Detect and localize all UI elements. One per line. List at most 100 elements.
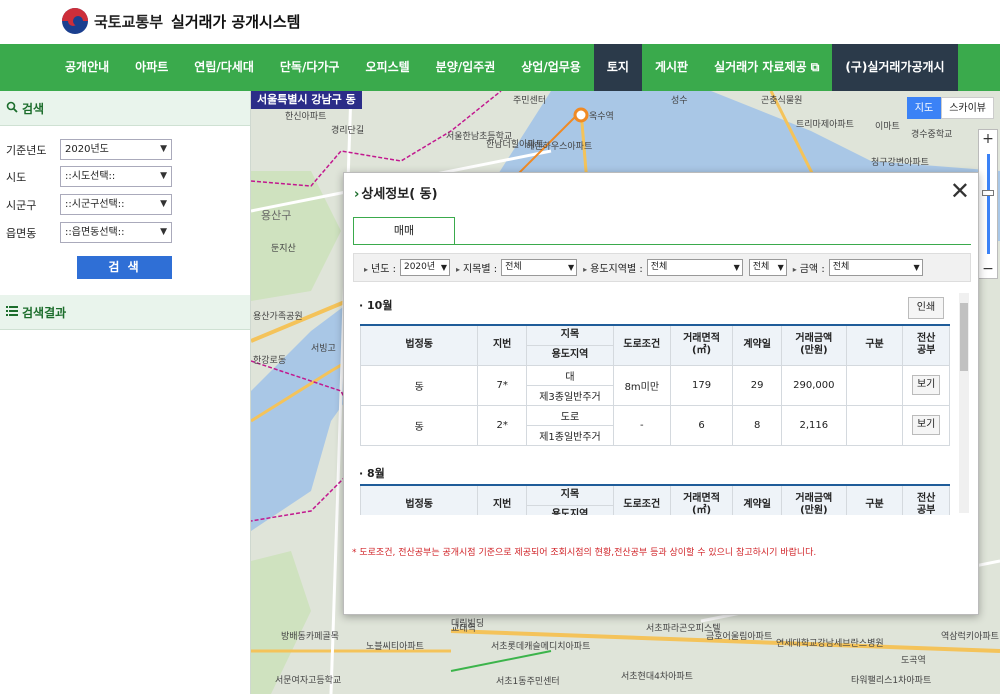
- col-dong: 법정동: [359, 324, 479, 366]
- main-nav: 공개안내 아파트 연립/다세대 단독/다가구 오피스텔 분양/입주권 상업/업무…: [0, 44, 1000, 91]
- search-header: 검색: [0, 91, 250, 126]
- transaction-list[interactable]: · 10월 인쇄 법정동 지번 지목 도로조건 거래면적 (㎡) 계약일 거래금…: [353, 291, 971, 515]
- system-name: 실거래가 공개시스템: [171, 12, 301, 31]
- print-button[interactable]: 인쇄: [908, 297, 944, 319]
- detail-modal: › 상세정보( 동) ✕ 매매 ▸ 년도 : 2020년 ▼ ▸ 지목별 : 전체 ▼ ▸…: [343, 172, 979, 615]
- map-type-map-button[interactable]: 지도: [906, 97, 942, 119]
- list-scrollbar[interactable]: [959, 293, 969, 513]
- map-label: 경수중학교: [911, 130, 953, 140]
- chevron-down-icon: ▼: [777, 263, 784, 272]
- map-label: 한강로동: [253, 356, 287, 366]
- nav-item-legacy[interactable]: (구)실거래가공개시: [832, 44, 958, 91]
- jimok-filter-label: ▸ 지목별 :: [455, 264, 498, 275]
- tab-divider: [353, 244, 971, 245]
- col-price: 거래금액 (만원): [780, 484, 847, 515]
- taegeuk-emblem-icon: [62, 8, 88, 34]
- chevron-down-icon: ▼: [160, 171, 167, 181]
- sido-row: 시도 ::시도선택:: ▼: [6, 166, 172, 187]
- map-label: 서빙고: [311, 344, 336, 354]
- nav-item-officetel[interactable]: 오피스텔: [352, 44, 422, 91]
- zoom-in-icon[interactable]: +: [979, 130, 997, 148]
- disclaimer-note: * 도로조건, 전산공부는 공개시점 기준으로 제공되어 조회시점의 현황,전산…: [352, 548, 817, 558]
- jimok-filter-select[interactable]: 전체 ▼: [501, 259, 578, 276]
- map-label: 역삼럭키아파트: [941, 632, 999, 642]
- map-label: 헤렌하우스아파트: [526, 142, 593, 152]
- view-button[interactable]: 보기: [912, 415, 941, 435]
- chevron-down-icon: ▼: [733, 263, 740, 272]
- map-type-skyview-button[interactable]: 스카이뷰: [941, 97, 994, 119]
- chevron-down-icon: ▼: [913, 263, 920, 272]
- map-location: 서울특별시 강남구 동: [251, 91, 362, 109]
- col-area: 거래면적 (㎡): [669, 484, 734, 515]
- map-label: 둔지산: [271, 244, 296, 254]
- map-label: 방배동카페골목: [281, 632, 339, 642]
- nav-item-data-provision[interactable]: 실거래가 자료제공 ⧉: [701, 44, 832, 91]
- col-jeonsan: 전산 공부: [902, 484, 950, 515]
- sigungu-select[interactable]: ::시군구선택:: ▼: [60, 194, 172, 215]
- col-road: 도로조건: [612, 324, 671, 366]
- map-label: 대림빌딩: [451, 619, 485, 629]
- scrollbar-thumb[interactable]: [960, 303, 968, 371]
- col-area: 거래면적 (㎡): [669, 324, 734, 366]
- header: 국토교통부 실거래가 공개시스템: [0, 0, 1000, 44]
- zoom-out-icon[interactable]: −: [979, 260, 997, 278]
- nav-item-rowhouse[interactable]: 연립/다세대: [181, 44, 267, 91]
- map-label: 한신아파트: [285, 112, 327, 122]
- map-label: 용산구: [261, 209, 292, 222]
- nav-item-apartment[interactable]: 아파트: [122, 44, 181, 91]
- col-yongdo: 용도지역: [525, 344, 614, 366]
- col-yongdo: 용도지역: [525, 504, 614, 515]
- map-label: 용산가족공원: [253, 312, 303, 322]
- zoom-track[interactable]: [987, 154, 990, 254]
- col-price: 거래금액 (만원): [780, 324, 847, 366]
- zoom-handle[interactable]: [982, 190, 994, 196]
- results-title: 검색결과: [22, 305, 67, 320]
- col-jibun: 지번: [477, 324, 527, 366]
- search-panel: 검색 기준년도 2020년도 ▼ 시도 ::시도선택:: ▼ 시군구 ::시군구선택…: [0, 91, 251, 694]
- year-select[interactable]: 2020년도 ▼: [60, 139, 172, 160]
- yongdo-filter-label: ▸ 용도지역별 :: [583, 264, 643, 275]
- map-label: 서초1동주민센터: [496, 677, 560, 687]
- col-type: 구분: [845, 484, 904, 515]
- year-filter-label: ▸ 년도 :: [364, 264, 396, 275]
- nav-item-board[interactable]: 게시판: [642, 44, 701, 91]
- map-label: 성수: [671, 96, 688, 106]
- tab-sale[interactable]: 매매: [353, 217, 455, 244]
- eupmyeondong-select[interactable]: ::읍면동선택:: ▼: [60, 222, 172, 243]
- nav-item-land[interactable]: 토지: [593, 44, 642, 91]
- year-filter-select[interactable]: 2020년 ▼: [399, 259, 450, 276]
- transaction-table-august: 법정동 지번 지목 도로조건 거래면적 (㎡) 계약일 거래금액 (만원) 구분…: [359, 484, 950, 515]
- map-label: 연세대학교강남세브란스병원: [776, 639, 884, 649]
- nav-item-info[interactable]: 공개안내: [52, 44, 122, 91]
- map-label: 곤충식물원: [761, 96, 803, 106]
- map-label: 옥수역: [589, 112, 614, 122]
- triangle-right-icon: ▸: [455, 265, 460, 274]
- chevron-down-icon: ▼: [160, 199, 167, 209]
- map-label: 금호어울림아파트: [706, 632, 773, 642]
- map-label: 서초현대4차아파트: [621, 672, 693, 682]
- nav-item-commercial[interactable]: 상업/업무용: [508, 44, 594, 91]
- map-label: 주민센터: [513, 96, 547, 106]
- nav-item-presale[interactable]: 분양/입주권: [423, 44, 509, 91]
- eupmyeondong-label: 읍면동: [6, 226, 37, 240]
- amount-filter-select[interactable]: 전체 ▼: [828, 259, 923, 276]
- results-header: 검색결과: [0, 295, 250, 330]
- logo[interactable]: 국토교통부 실거래가 공개시스템: [62, 8, 300, 34]
- close-icon[interactable]: ✕: [950, 179, 970, 203]
- nav-item-detached[interactable]: 단독/다가구: [267, 44, 353, 91]
- col-type: 구분: [845, 324, 904, 366]
- month-heading: · 10월: [359, 299, 393, 312]
- list-icon: [6, 305, 18, 320]
- sido-label: 시도: [6, 170, 27, 184]
- col-jimok: 지목: [525, 324, 614, 346]
- sido-select[interactable]: ::시도선택:: ▼: [60, 166, 172, 187]
- yongdo-filter-select[interactable]: 전체 ▼: [646, 259, 743, 276]
- search-button[interactable]: 검 색: [77, 256, 172, 279]
- view-button[interactable]: 보기: [912, 375, 941, 395]
- transaction-table-october: 법정동 지번 지목 도로조건 거래면적 (㎡) 계약일 거래금액 (만원) 구분…: [359, 324, 950, 446]
- search-icon: [6, 101, 18, 116]
- map-label: 타워팰리스1차아파트: [851, 676, 932, 686]
- map-label: 서초롯데캐슬메디치아파트: [491, 642, 591, 652]
- yongdo-sub-filter-select[interactable]: 전체 ▼: [748, 259, 787, 276]
- col-jimok: 지목: [525, 484, 614, 506]
